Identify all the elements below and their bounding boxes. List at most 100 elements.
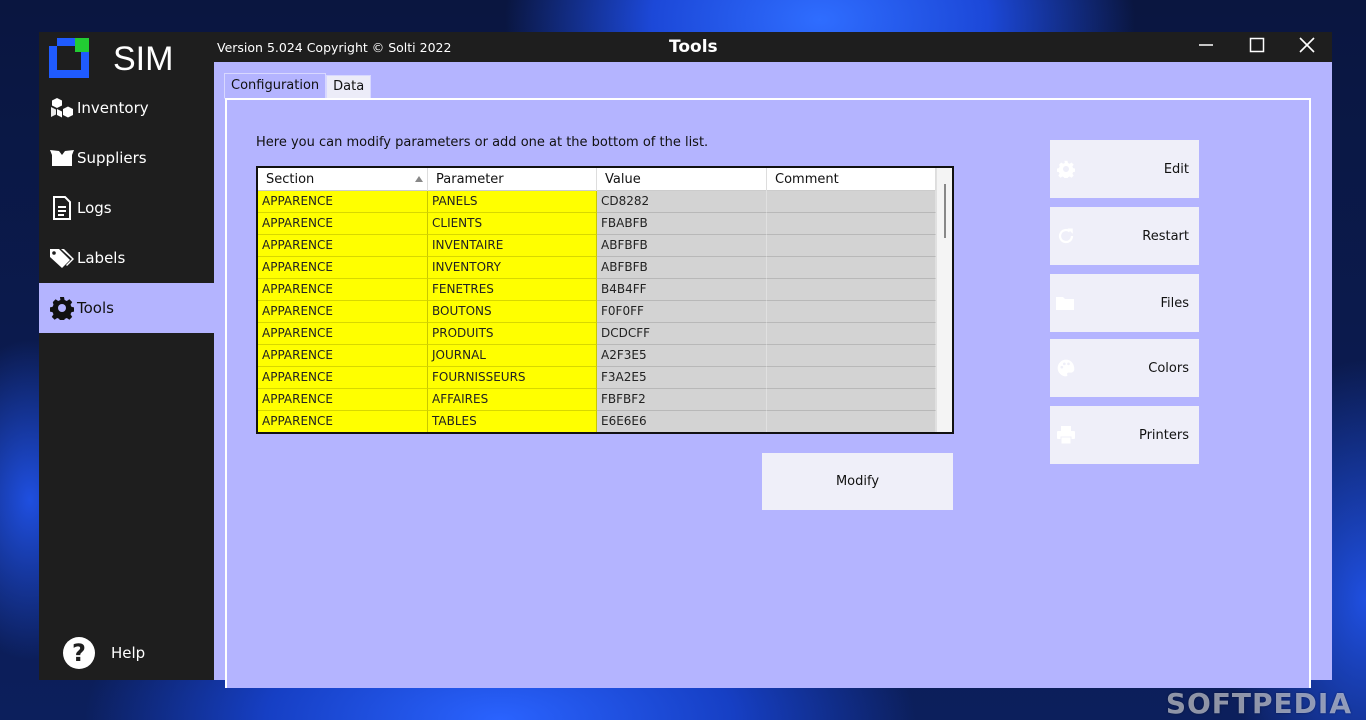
intro-text: Here you can modify parameters or add on… <box>256 135 709 150</box>
table-row[interactable]: APPARENCE PANELS CD8282 <box>258 191 952 213</box>
parameters-table[interactable]: Section Parameter Value Comment APPARENC… <box>256 166 954 434</box>
cell-parameter[interactable]: INVENTAIRE <box>428 235 597 257</box>
table-row[interactable]: APPARENCE JOURNAL A2F3E5 <box>258 345 952 367</box>
watermark: SOFTPEDIA <box>1165 687 1352 720</box>
cell-section[interactable]: APPARENCE <box>258 191 428 213</box>
tab-data[interactable]: Data <box>326 75 372 99</box>
cell-parameter[interactable]: TABLES <box>428 411 597 432</box>
cell-section[interactable]: APPARENCE <box>258 257 428 279</box>
table-row[interactable]: APPARENCE INVENTAIRE ABFBFB <box>258 235 952 257</box>
app-logo-icon <box>49 38 89 78</box>
cell-section[interactable]: APPARENCE <box>258 411 428 432</box>
table-row[interactable]: APPARENCE BOUTONS F0F0FF <box>258 301 952 323</box>
cell-value[interactable]: A2F3E5 <box>597 345 767 367</box>
cell-value[interactable]: ABFBFB <box>597 235 767 257</box>
column-header-parameter[interactable]: Parameter <box>428 168 597 191</box>
printers-button[interactable]: Printers <box>1050 406 1199 464</box>
table-row[interactable]: APPARENCE AFFAIRES FBFBF2 <box>258 389 952 411</box>
cell-comment[interactable] <box>767 345 936 367</box>
tab-configuration[interactable]: Configuration <box>224 73 327 99</box>
sidebar-item-tools[interactable]: Tools <box>39 283 214 333</box>
cell-parameter[interactable]: PANELS <box>428 191 597 213</box>
modify-button[interactable]: Modify <box>762 453 953 510</box>
cell-parameter[interactable]: FOURNISSEURS <box>428 367 597 389</box>
cell-comment[interactable] <box>767 191 936 213</box>
sidebar-item-label: Logs <box>77 199 112 217</box>
cell-section[interactable]: APPARENCE <box>258 389 428 411</box>
title-bar: Version 5.024 Copyright © Solti 2022 Too… <box>214 32 1332 62</box>
cell-value[interactable]: F0F0FF <box>597 301 767 323</box>
maximize-icon <box>1249 37 1265 57</box>
colors-button[interactable]: Colors <box>1050 339 1199 397</box>
cell-parameter[interactable]: BOUTONS <box>428 301 597 323</box>
cell-section[interactable]: APPARENCE <box>258 367 428 389</box>
files-button[interactable]: Files <box>1050 274 1199 332</box>
cell-section[interactable]: APPARENCE <box>258 213 428 235</box>
cell-comment[interactable] <box>767 257 936 279</box>
help-icon: ? <box>63 637 95 669</box>
help-button[interactable]: ? Help <box>63 637 145 669</box>
cell-value[interactable]: ABFBFB <box>597 257 767 279</box>
cell-section[interactable]: APPARENCE <box>258 323 428 345</box>
minimize-button[interactable] <box>1181 32 1231 62</box>
sidebar-item-suppliers[interactable]: Suppliers <box>39 133 214 183</box>
cell-parameter[interactable]: AFFAIRES <box>428 389 597 411</box>
cell-value[interactable]: CD8282 <box>597 191 767 213</box>
sidebar-item-label: Tools <box>77 299 114 317</box>
cell-value[interactable]: DCDCFF <box>597 323 767 345</box>
cell-comment[interactable] <box>767 367 936 389</box>
folder-icon <box>1056 293 1076 313</box>
column-header-comment[interactable]: Comment <box>767 168 936 191</box>
gear-icon <box>1056 159 1076 179</box>
cell-parameter[interactable]: INVENTORY <box>428 257 597 279</box>
cell-comment[interactable] <box>767 389 936 411</box>
window-title: Tools <box>669 37 718 57</box>
cell-comment[interactable] <box>767 235 936 257</box>
maximize-button[interactable] <box>1232 32 1282 62</box>
modify-label: Modify <box>835 474 880 489</box>
cell-section[interactable]: APPARENCE <box>258 235 428 257</box>
cell-value[interactable]: E6E6E6 <box>597 411 767 432</box>
cell-parameter[interactable]: FENETRES <box>428 279 597 301</box>
sidebar-item-logs[interactable]: Logs <box>39 183 214 233</box>
cell-comment[interactable] <box>767 411 936 432</box>
cell-comment[interactable] <box>767 323 936 345</box>
open-box-icon <box>49 145 75 171</box>
close-icon <box>1299 37 1315 57</box>
help-label: Help <box>111 644 146 662</box>
table-vertical-scrollbar[interactable] <box>936 168 952 432</box>
table-row[interactable]: APPARENCE CLIENTS FBABFB <box>258 213 952 235</box>
cell-parameter[interactable]: CLIENTS <box>428 213 597 235</box>
restart-button[interactable]: Restart <box>1050 207 1199 265</box>
table-row[interactable]: APPARENCE FOURNISSEURS F3A2E5 <box>258 367 952 389</box>
palette-icon <box>1056 358 1076 378</box>
cell-value[interactable]: F3A2E5 <box>597 367 767 389</box>
edit-button[interactable]: Edit <box>1050 140 1199 198</box>
sidebar-item-labels[interactable]: Labels <box>39 233 214 283</box>
cell-section[interactable]: APPARENCE <box>258 279 428 301</box>
restart-label: Restart <box>1142 228 1189 244</box>
minimize-icon <box>1198 37 1214 57</box>
cell-parameter[interactable]: PRODUITS <box>428 323 597 345</box>
table-row[interactable]: APPARENCE TABLES E6E6E6 <box>258 411 952 432</box>
brand: SIM <box>49 38 173 78</box>
table-row[interactable]: APPARENCE FENETRES B4B4FF <box>258 279 952 301</box>
sidebar-item-inventory[interactable]: Inventory <box>39 83 214 133</box>
scrollbar-thumb[interactable] <box>944 184 946 238</box>
sort-ascending-icon <box>415 176 423 182</box>
table-row[interactable]: APPARENCE INVENTORY ABFBFB <box>258 257 952 279</box>
tab-strip: Configuration Data <box>224 73 372 99</box>
cell-comment[interactable] <box>767 213 936 235</box>
cell-section[interactable]: APPARENCE <box>258 345 428 367</box>
cell-value[interactable]: B4B4FF <box>597 279 767 301</box>
cell-section[interactable]: APPARENCE <box>258 301 428 323</box>
column-header-section[interactable]: Section <box>258 168 428 191</box>
cell-value[interactable]: FBABFB <box>597 213 767 235</box>
cell-value[interactable]: FBFBF2 <box>597 389 767 411</box>
cell-comment[interactable] <box>767 279 936 301</box>
cell-parameter[interactable]: JOURNAL <box>428 345 597 367</box>
column-header-value[interactable]: Value <box>597 168 767 191</box>
table-row[interactable]: APPARENCE PRODUITS DCDCFF <box>258 323 952 345</box>
close-button[interactable] <box>1282 32 1332 62</box>
cell-comment[interactable] <box>767 301 936 323</box>
